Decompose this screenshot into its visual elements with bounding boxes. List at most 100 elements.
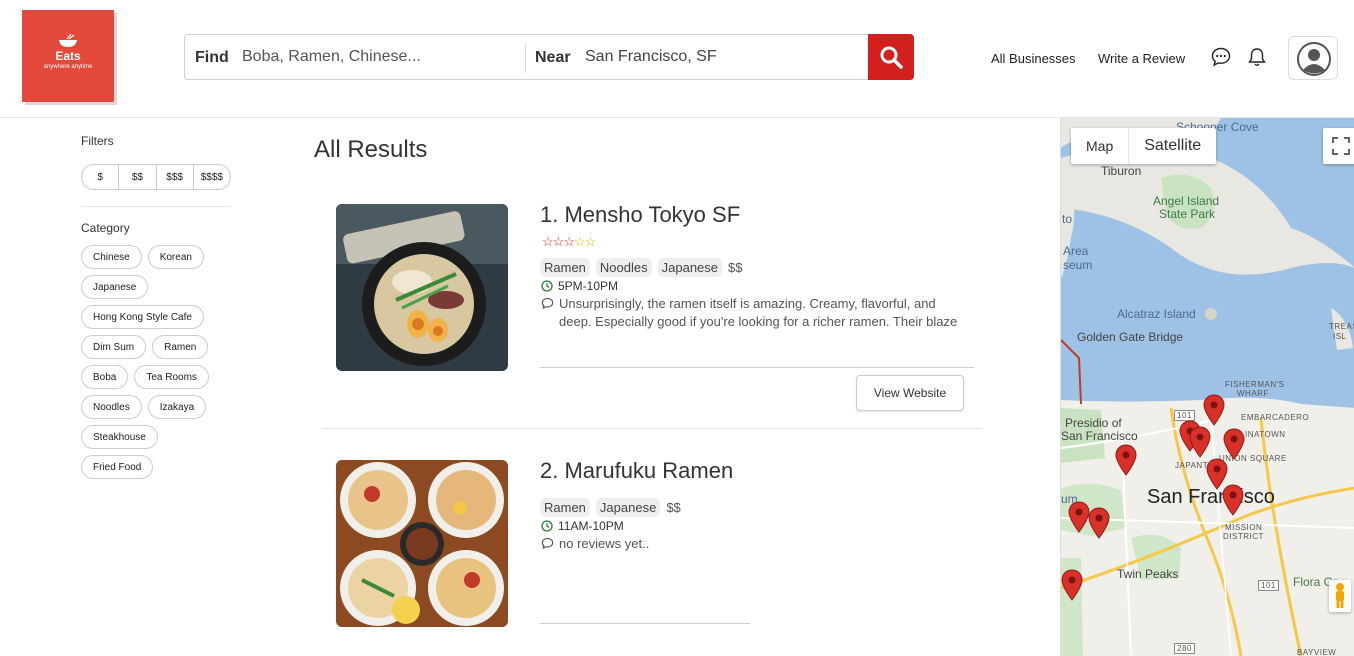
- map-label: FISHERMAN'S: [1225, 380, 1285, 389]
- map-label: Twin Peaks: [1117, 567, 1179, 581]
- bell-icon[interactable]: [1246, 46, 1268, 68]
- star-filled-icon: ☆: [552, 234, 565, 249]
- category-chip-dim-sum[interactable]: Dim Sum: [81, 335, 147, 359]
- category-chip-chinese[interactable]: Chinese: [81, 245, 142, 269]
- highway-shield: 280: [1174, 643, 1195, 654]
- category-chip-steakhouse[interactable]: Steakhouse: [81, 425, 158, 449]
- user-avatar-icon: [1297, 42, 1331, 76]
- search-icon: [880, 46, 903, 69]
- price-button-3[interactable]: $$$: [157, 165, 194, 189]
- map-view-button[interactable]: Map: [1071, 128, 1130, 164]
- search-bar: Find Near: [184, 34, 914, 80]
- rating-stars: ☆☆☆☆☆: [542, 234, 597, 250]
- chat-icon[interactable]: [1210, 46, 1232, 68]
- result-card: 1. Mensho Tokyo SF ☆☆☆☆☆ Ramen Noodles J…: [322, 202, 982, 414]
- comment-icon: [541, 537, 554, 549]
- clock-icon: [541, 280, 553, 292]
- map-marker-icon[interactable]: [1068, 501, 1090, 533]
- map-label: INATOWN: [1245, 430, 1286, 439]
- star-filled-icon: ☆: [563, 234, 575, 249]
- all-businesses-link[interactable]: All Businesses: [991, 51, 1076, 66]
- map-marker-icon[interactable]: [1088, 507, 1110, 539]
- category-chip-japanese[interactable]: Japanese: [81, 275, 149, 299]
- review-snippet: no reviews yet..: [541, 535, 971, 573]
- price-button-4[interactable]: $$$$: [194, 165, 230, 189]
- map-marker-icon[interactable]: [1222, 484, 1244, 516]
- fullscreen-button[interactable]: [1323, 128, 1354, 164]
- brand-tagline: anywhere anytime: [43, 64, 93, 70]
- map-marker-icon[interactable]: [1203, 394, 1225, 426]
- restaurant-name[interactable]: 1. Mensho Tokyo SF: [540, 202, 740, 228]
- near-input[interactable]: [585, 43, 855, 71]
- category-chip-ramen[interactable]: Ramen: [152, 335, 209, 359]
- map-label: Angel Island: [1153, 194, 1220, 208]
- map-panel[interactable]: Schooner Cove Tiburon Angel Island State…: [1060, 118, 1354, 656]
- price-level: $$: [728, 260, 743, 275]
- tag-noodles: Noodles: [595, 258, 652, 277]
- restaurant-photo[interactable]: [336, 460, 508, 627]
- search-button[interactable]: [868, 34, 914, 80]
- write-review-link[interactable]: Write a Review: [1098, 51, 1185, 66]
- price-button-1[interactable]: $: [82, 165, 120, 189]
- comment-icon: [541, 297, 554, 309]
- category-chip-izakaya[interactable]: Izakaya: [147, 395, 207, 419]
- category-chip-noodles[interactable]: Noodles: [81, 395, 142, 419]
- category-chip-hong-kong-style-cafe[interactable]: Hong Kong Style Cafe: [81, 305, 204, 329]
- hours-text: 5PM-10PM: [558, 279, 619, 293]
- map-label: TREAS: [1329, 322, 1354, 331]
- category-chips: Chinese Korean Japanese Hong Kong Style …: [81, 245, 231, 479]
- category-chip-boba[interactable]: Boba: [81, 365, 129, 389]
- map-label: WHARF: [1237, 389, 1269, 398]
- restaurant-photo[interactable]: [336, 204, 508, 371]
- map-marker-icon[interactable]: [1223, 428, 1245, 460]
- brand-logo[interactable]: Eats anywhere anytime: [22, 10, 114, 102]
- page: Eats anywhere anytime Find Near All Busi…: [0, 0, 1354, 656]
- results-title: All Results: [314, 136, 428, 163]
- fullscreen-icon: [1332, 137, 1350, 155]
- clock-icon: [541, 520, 553, 532]
- pegman-icon: [1336, 583, 1344, 608]
- star-filled-icon: ☆: [542, 234, 554, 249]
- map-label: Golden Gate Bridge: [1077, 330, 1184, 344]
- star-empty-icon: ☆: [584, 234, 597, 249]
- hours: 11AM-10PM: [541, 519, 624, 533]
- hours-text: 11AM-10PM: [558, 519, 624, 533]
- street-view-pegman[interactable]: [1329, 580, 1351, 612]
- filters-divider: [81, 206, 231, 207]
- tag-list: Ramen Noodles Japanese $$: [540, 258, 742, 277]
- map-label: MISSION: [1225, 523, 1263, 532]
- star-empty-icon: ☆: [573, 234, 586, 249]
- ramen-bowl-photo: [336, 204, 508, 371]
- map-marker-icon[interactable]: [1189, 426, 1211, 458]
- map-label: Tiburon: [1101, 164, 1142, 178]
- map-marker-icon[interactable]: [1115, 444, 1137, 476]
- map-marker-icon[interactable]: [1061, 569, 1083, 601]
- map-label: State Park: [1159, 207, 1216, 221]
- near-label: Near: [535, 49, 571, 66]
- brand-name: Eats: [55, 49, 81, 63]
- map-label: DISTRICT: [1223, 532, 1264, 541]
- tag-japanese: Japanese: [657, 258, 723, 277]
- category-chip-korean[interactable]: Korean: [147, 245, 204, 269]
- map-label: Area: [1063, 244, 1089, 258]
- map-label: to: [1062, 212, 1073, 226]
- price-button-2[interactable]: $$: [119, 165, 157, 189]
- map-label: San Francisco: [1061, 429, 1138, 443]
- restaurant-name[interactable]: 2. Marufuku Ramen: [540, 458, 733, 484]
- bowl-icon: [59, 34, 77, 47]
- highway-shield: 101: [1258, 580, 1279, 591]
- map-label: Presidio of: [1065, 416, 1122, 430]
- category-chip-tea-rooms[interactable]: Tea Rooms: [134, 365, 209, 389]
- filters-title: Filters: [81, 134, 114, 148]
- map-label: ISL: [1333, 332, 1347, 341]
- filters-panel: Filters $ $$ $$$ $$$$ Category Chinese K…: [81, 134, 241, 479]
- find-input[interactable]: [242, 43, 512, 71]
- category-title: Category: [81, 221, 130, 235]
- category-chip-fried-food[interactable]: Fried Food: [81, 455, 154, 479]
- map-label: seum: [1063, 258, 1093, 272]
- satellite-view-button[interactable]: Satellite: [1129, 128, 1216, 164]
- view-website-button[interactable]: View Website: [856, 375, 964, 411]
- avatar-button[interactable]: [1288, 36, 1338, 80]
- tag-japanese: Japanese: [595, 498, 661, 517]
- map-label: Alcatraz Island: [1117, 307, 1196, 321]
